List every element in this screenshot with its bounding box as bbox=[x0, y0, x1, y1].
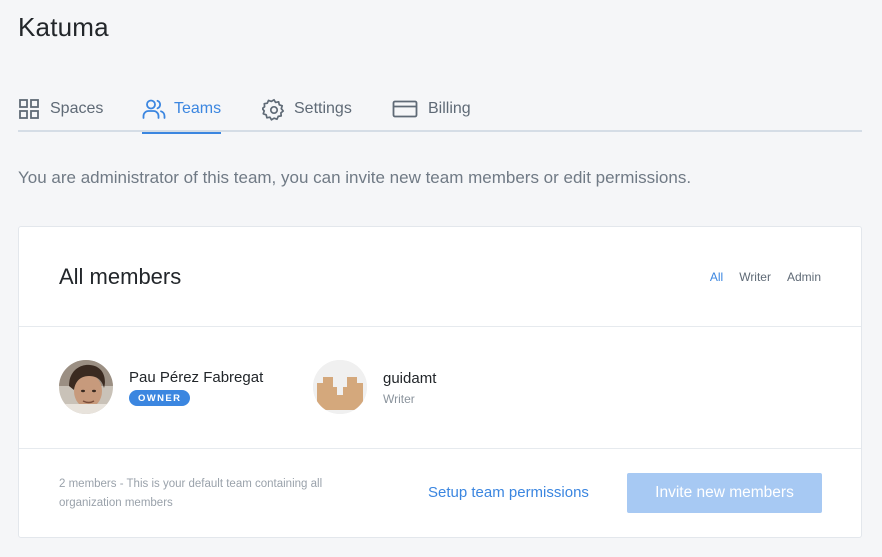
setup-team-permissions-link[interactable]: Setup team permissions bbox=[428, 484, 589, 501]
member-item[interactable]: Pau Pérez Fabregat OWNER bbox=[59, 359, 263, 415]
member-name: guidamt bbox=[383, 369, 437, 387]
members-card: All members All Writer Admin Pau Pérez F… bbox=[18, 226, 862, 538]
avatar bbox=[313, 360, 367, 414]
card-header: All members All Writer Admin bbox=[19, 227, 861, 327]
users-icon bbox=[142, 98, 166, 120]
invite-new-members-button[interactable]: Invite new members bbox=[627, 473, 822, 513]
member-role: Writer bbox=[383, 391, 415, 406]
tab-settings[interactable]: Settings bbox=[261, 94, 352, 132]
tab-settings-label: Settings bbox=[294, 100, 352, 117]
app-title: Katuma bbox=[18, 12, 109, 42]
nav-tabs: Spaces Teams Settings Billing bbox=[18, 94, 862, 134]
credit-card-icon bbox=[392, 98, 418, 120]
tab-spaces[interactable]: Spaces bbox=[18, 94, 103, 132]
member-info: Pau Pérez Fabregat OWNER bbox=[129, 368, 263, 406]
gear-icon bbox=[261, 98, 285, 121]
member-item[interactable]: guidamt Writer bbox=[313, 359, 436, 415]
role-filters: All Writer Admin bbox=[710, 270, 821, 284]
tab-billing-label: Billing bbox=[428, 100, 471, 117]
grid-icon bbox=[18, 98, 40, 120]
members-list: Pau Pérez Fabregat OWNER guidamt Writer bbox=[19, 327, 861, 449]
footer-note: 2 members - This is your default team co… bbox=[59, 478, 323, 509]
avatar bbox=[59, 360, 113, 414]
filter-writer[interactable]: Writer bbox=[739, 270, 771, 284]
card-footer: 2 members - This is your default team co… bbox=[19, 449, 861, 539]
member-info: guidamt Writer bbox=[383, 369, 436, 406]
member-name: Pau Pérez Fabregat bbox=[129, 369, 264, 386]
tab-teams[interactable]: Teams bbox=[142, 94, 222, 134]
filter-all[interactable]: All bbox=[710, 270, 723, 284]
card-title: All members bbox=[59, 264, 182, 289]
tab-spaces-label: Spaces bbox=[50, 100, 104, 117]
owner-badge: OWNER bbox=[129, 390, 191, 406]
tab-billing[interactable]: Billing bbox=[392, 94, 471, 132]
intro-text: You are administrator of this team, you … bbox=[18, 168, 692, 187]
filter-admin[interactable]: Admin bbox=[787, 270, 821, 284]
tab-teams-label: Teams bbox=[174, 100, 222, 117]
